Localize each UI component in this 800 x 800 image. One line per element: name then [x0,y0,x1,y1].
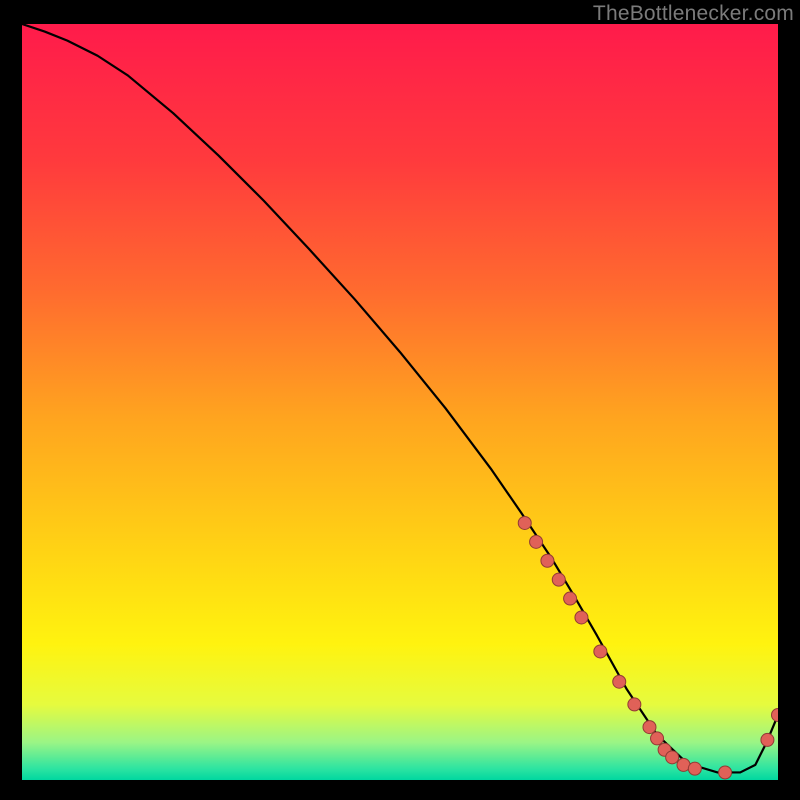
chart-stage: TheBottlenecker.com [0,0,800,800]
plot-background-gradient [22,24,778,780]
attribution-label: TheBottlenecker.com [593,2,794,26]
